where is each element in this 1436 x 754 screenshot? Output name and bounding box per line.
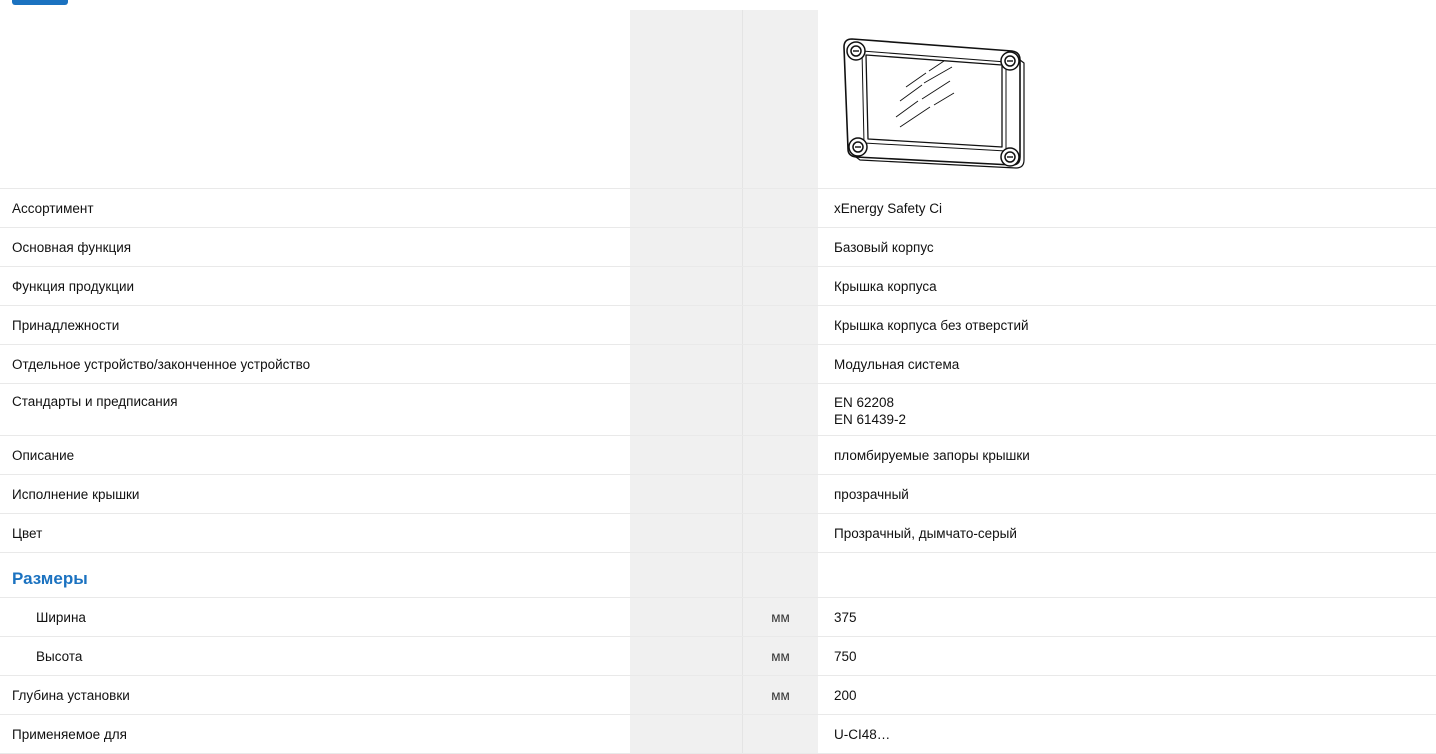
spec-unit <box>743 189 818 227</box>
spec-row: Описание пломбируемые запоры крышки <box>0 436 1436 475</box>
spec-unit <box>743 306 818 344</box>
spec-value: Крышка корпуса <box>834 278 937 294</box>
spec-unit: мм <box>743 637 818 675</box>
spec-label: Цвет <box>12 525 43 541</box>
spec-unit <box>743 384 818 435</box>
spec-unit <box>743 475 818 513</box>
spec-row: Глубина установки мм 200 <box>0 676 1436 715</box>
product-image-row <box>0 10 1436 189</box>
spec-label: Отдельное устройство/законченное устройс… <box>12 356 311 372</box>
spec-unit <box>743 267 818 305</box>
spec-value: 200 <box>834 687 857 703</box>
spec-unit <box>743 228 818 266</box>
spec-unit <box>743 514 818 552</box>
spec-row: Исполнение крышки прозрачный <box>0 475 1436 514</box>
spec-row: Высота мм 750 <box>0 637 1436 676</box>
spec-label: Ширина <box>36 609 86 625</box>
spec-row: Основная функция Базовый корпус <box>0 228 1436 267</box>
spec-unit <box>743 715 818 753</box>
spec-row: Принадлежности Крышка корпуса без отверс… <box>0 306 1436 345</box>
spec-unit: мм <box>743 598 818 636</box>
spec-value: Базовый корпус <box>834 239 934 255</box>
spec-unit: мм <box>743 676 818 714</box>
spec-value: прозрачный <box>834 486 909 502</box>
spec-label: Ассортимент <box>12 200 94 216</box>
spec-unit <box>743 436 818 474</box>
spec-label: Применяемое для <box>12 726 127 742</box>
spec-label: Исполнение крышки <box>12 486 140 502</box>
product-spec-table: Ассортимент xEnergy Safety Ci Основная ф… <box>0 10 1436 754</box>
top-accent <box>0 0 90 6</box>
spec-value: xEnergy Safety Ci <box>834 200 943 216</box>
spec-label: Стандарты и предписания <box>12 394 178 409</box>
spec-value: пломбируемые запоры крышки <box>834 447 1030 463</box>
spec-row: Ассортимент xEnergy Safety Ci <box>0 189 1436 228</box>
spec-value: 375 <box>834 609 857 625</box>
spec-value: Прозрачный, дымчато-серый <box>834 525 1017 541</box>
spec-value: Крышка корпуса без отверстий <box>834 317 1029 333</box>
spec-row: Стандарты и предписания EN 62208 EN 6143… <box>0 384 1436 436</box>
spec-label: Высота <box>36 648 83 664</box>
section-header-row: Размеры <box>0 553 1436 598</box>
spec-value: Модульная система <box>834 356 960 372</box>
spec-value-line: EN 61439-2 <box>834 412 907 427</box>
spec-label: Принадлежности <box>12 317 120 333</box>
enclosure-cover-icon <box>843 38 1025 169</box>
spec-unit <box>743 345 818 383</box>
spec-row: Функция продукции Крышка корпуса <box>0 267 1436 306</box>
spec-row: Ширина мм 375 <box>0 598 1436 637</box>
spec-label: Описание <box>12 447 75 463</box>
spec-value: 750 <box>834 648 857 664</box>
spec-label: Функция продукции <box>12 278 135 294</box>
spec-label: Основная функция <box>12 239 132 255</box>
spec-row: Применяемое для U-CI48… <box>0 715 1436 754</box>
spec-row: Цвет Прозрачный, дымчато-серый <box>0 514 1436 553</box>
spec-value: U-CI48… <box>834 726 891 742</box>
spec-label: Глубина установки <box>12 687 130 703</box>
spec-value-line: EN 62208 <box>834 395 895 410</box>
spec-row: Отдельное устройство/законченное устройс… <box>0 345 1436 384</box>
spec-value: EN 62208 EN 61439-2 <box>818 384 1436 435</box>
section-title: Размеры <box>12 569 88 588</box>
